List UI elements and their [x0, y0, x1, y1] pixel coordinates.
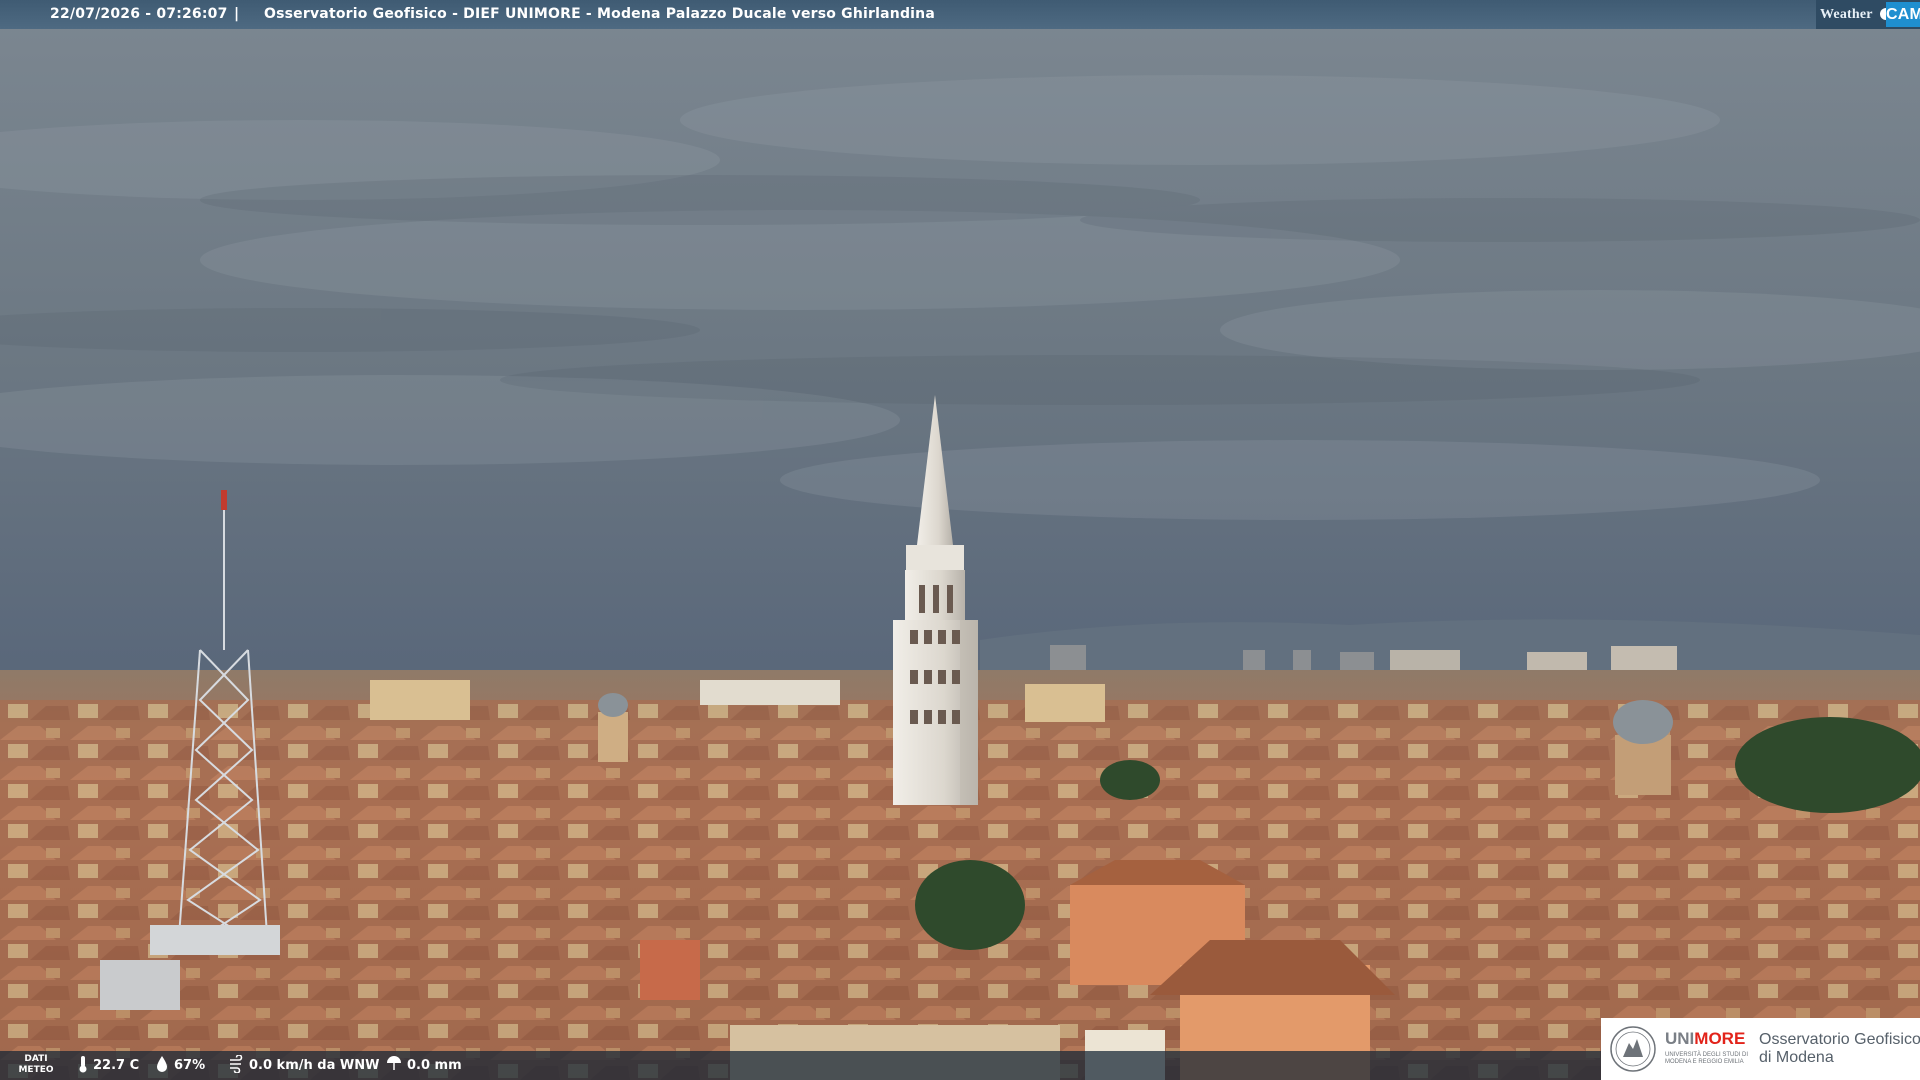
weathercam-logo-cam: CAM: [1886, 2, 1920, 27]
wind-icon: [230, 1054, 243, 1074]
temperature-value: 22.7 C: [93, 1058, 140, 1073]
wind-readout: 0.0 km/h da WNW: [228, 1051, 379, 1080]
webcam-image: [0, 0, 1920, 1080]
weathercam-logo-text: Weather: [1820, 7, 1873, 22]
camera-title: Osservatorio Geofisico - DIEF UNIMORE - …: [264, 6, 935, 22]
university-seal-icon: [1610, 1026, 1656, 1072]
rain-value: 0.0 mm: [407, 1058, 462, 1073]
rain-readout: 0.0 mm: [386, 1051, 462, 1080]
humidity-readout: 67%: [155, 1051, 205, 1080]
humidity-value: 67%: [174, 1058, 206, 1073]
thermometer-icon: [79, 1056, 87, 1073]
unimore-name-gray: UNI: [1665, 1029, 1695, 1048]
unimore-subtitle: UNIVERSITÀ DEGLI STUDI DI MODENA E REGGI…: [1665, 1052, 1749, 1065]
weathercam-logo: Weather CAM: [1816, 0, 1920, 29]
rain-icon: [387, 1056, 401, 1070]
overlay-top-bar: 22/07/2026 - 07:26:07 | Osservatorio Geo…: [0, 0, 1920, 29]
unimore-name: UNIMORE: [1665, 1029, 1745, 1049]
unimore-badge: UNIMORE UNIVERSITÀ DEGLI STUDI DI MODENA…: [1601, 1018, 1920, 1080]
title-separator: |: [234, 6, 240, 22]
datetime-stamp: 22/07/2026 - 07:26:07: [50, 6, 228, 22]
observatory-name: Osservatorio Geofisico di Modena: [1759, 1031, 1920, 1066]
unimore-name-red: MORE: [1694, 1029, 1746, 1048]
wind-value: 0.0 km/h da WNW: [249, 1058, 380, 1073]
weather-data-label: DATI METEO: [18, 1054, 54, 1075]
humidity-drop-icon: [157, 1056, 167, 1072]
temperature-readout: 22.7 C: [78, 1051, 139, 1080]
weather-data-bar: DATI METEO 22.7 C 67% 0.0 km/h da WNW 0.…: [0, 1051, 1601, 1080]
